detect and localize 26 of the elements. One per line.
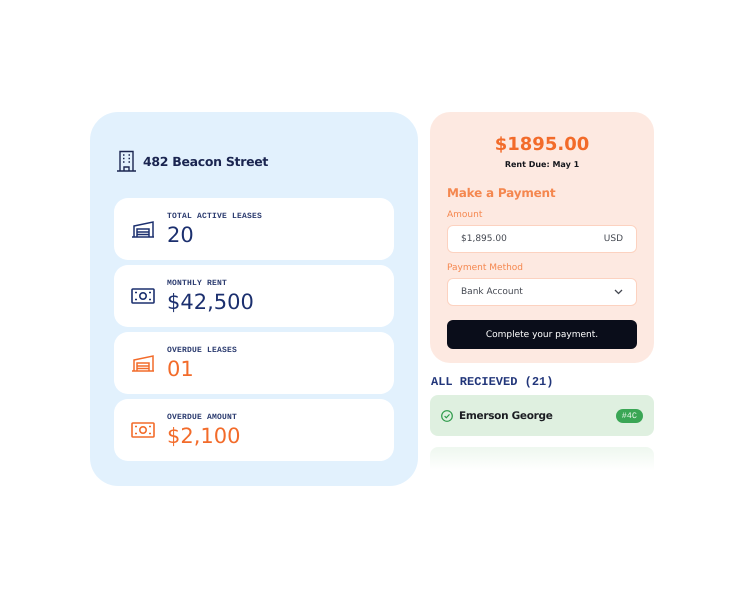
stat-value: $42,500 (167, 291, 254, 313)
property-title: 482 Beacon Street (143, 154, 268, 168)
stat-label: TOTAL ACTIVE LEASES (167, 212, 262, 221)
dropdown-value: Bank Account (461, 287, 523, 297)
unit-tag: #4C (616, 408, 643, 422)
field-label: Payment Method (447, 263, 524, 273)
building-icon (116, 150, 137, 172)
amount-due: $1895.00 (494, 133, 590, 157)
received-title: ALL RECIEVED (21) (430, 375, 554, 389)
chevron-down-icon (614, 289, 623, 295)
due-date: Rent Due: May 1 (504, 160, 580, 169)
stat-label: OVERDUE LEASES (167, 346, 238, 355)
stat-label: MONTHLY RENT (167, 279, 228, 288)
input-value: $1,895.00 (461, 234, 507, 244)
complete-payment-button[interactable]: Complete your payment. (447, 320, 637, 349)
currency-label: USD (604, 234, 623, 244)
stat-value: 20 (167, 224, 195, 246)
tenant-name: Emerson George (459, 410, 554, 422)
stat-value: $2,100 (167, 425, 240, 447)
received-item[interactable]: Emerson George #4C (430, 395, 654, 436)
field-label: Amount (447, 210, 484, 220)
stat-label: OVERDUE AMOUNT (167, 413, 238, 422)
method-dropdown[interactable]: Bank Account (447, 278, 637, 306)
amount-input[interactable]: $1,895.00 USD (447, 225, 637, 253)
stat-value: 01 (167, 358, 195, 380)
payment-title: Make a Payment (447, 186, 556, 200)
